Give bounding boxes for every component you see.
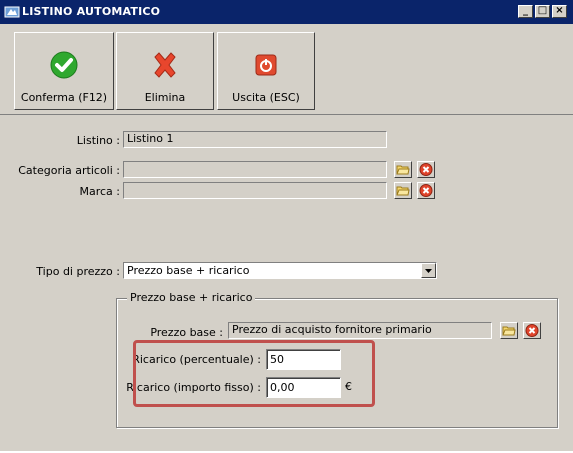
group-title: Prezzo base + ricarico [127, 291, 256, 304]
exit-button[interactable]: Uscita (ESC) [217, 32, 315, 110]
maximize-button[interactable]: □ [535, 5, 550, 18]
tipo-prezzo-select[interactable]: Prezzo base + ricarico [123, 262, 437, 279]
delete-icon [419, 163, 433, 176]
categoria-delete-button[interactable] [417, 161, 435, 178]
marca-field [123, 182, 387, 199]
check-icon [48, 49, 80, 81]
delete-icon [419, 184, 433, 197]
marca-folder-button[interactable] [394, 182, 412, 199]
marca-delete-button[interactable] [417, 182, 435, 199]
listino-label: Listino : [76, 134, 120, 147]
prezzo-base-delete-button[interactable] [523, 322, 541, 339]
prezzo-base-folder-button[interactable] [500, 322, 518, 339]
confirm-button[interactable]: Conferma (F12) [14, 32, 114, 110]
folder-icon [396, 186, 410, 196]
exit-label: Uscita (ESC) [232, 91, 300, 104]
title-bar: LISTINO AUTOMATICO _ □ × [0, 0, 573, 24]
window-title: LISTINO AUTOMATICO [22, 5, 161, 18]
marca-label: Marca : [79, 185, 120, 198]
delete-icon [525, 324, 539, 337]
minimize-button[interactable]: _ [518, 5, 533, 18]
toolbar: Conferma (F12) Elimina Uscita (ESC) [0, 24, 573, 115]
tipo-prezzo-value: Prezzo base + ricarico [127, 264, 250, 277]
tipo-prezzo-label: Tipo di prezzo : [36, 265, 120, 278]
delete-label: Elimina [144, 91, 186, 104]
categoria-folder-button[interactable] [394, 161, 412, 178]
categoria-label: Categoria articoli : [18, 164, 120, 177]
prezzo-base-label: Prezzo base : [150, 326, 223, 339]
folder-icon [396, 165, 410, 175]
highlight-box [133, 340, 375, 407]
dropdown-arrow-icon[interactable] [421, 263, 436, 278]
exit-icon [250, 49, 282, 81]
folder-icon [502, 326, 516, 336]
categoria-field [123, 161, 387, 178]
app-icon [4, 4, 20, 20]
prezzo-base-field: Prezzo di acquisto fornitore primario [228, 322, 492, 339]
close-window-button[interactable]: × [552, 5, 567, 18]
delete-button[interactable]: Elimina [116, 32, 214, 110]
confirm-label: Conferma (F12) [20, 91, 108, 104]
listino-field: Listino 1 [123, 131, 387, 148]
cross-icon [149, 49, 181, 81]
